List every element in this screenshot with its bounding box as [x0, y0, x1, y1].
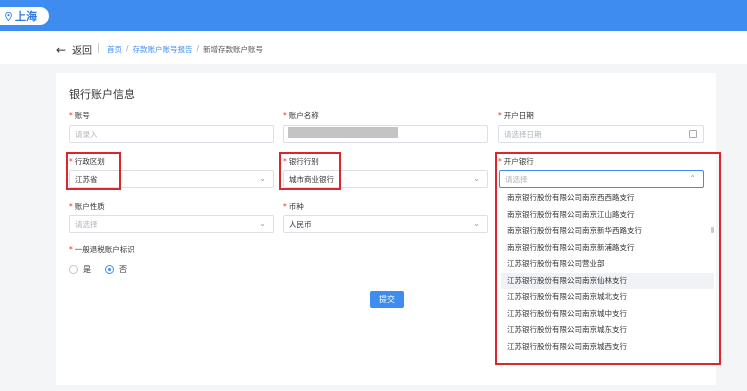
chevron-down-icon: ⌄ [259, 174, 266, 183]
chevron-down-icon: ⌄ [473, 174, 480, 183]
location-pin-icon [5, 11, 12, 21]
annotation-box-region [66, 152, 121, 190]
radio-yes[interactable] [69, 265, 78, 274]
radio-no[interactable] [105, 265, 114, 274]
currency-label: * 币种 [283, 202, 304, 211]
breadcrumb-separator: / [126, 44, 129, 53]
account-no-input[interactable]: 请录入 [69, 125, 274, 143]
chevron-down-icon: ⌄ [473, 219, 480, 228]
open-date-picker[interactable]: 请选择日期 [498, 125, 704, 143]
radio-no-label: 否 [119, 265, 127, 274]
back-label: 返回 [72, 46, 93, 57]
account-nature-select[interactable]: 请选择 ⌄ [69, 215, 274, 233]
nav-divider [98, 43, 99, 53]
redacted-value [288, 127, 398, 138]
general-deposit-radio-group: 是 否 [69, 264, 127, 275]
city-label: 上海 [15, 10, 37, 23]
account-no-label: * 账号 [69, 111, 90, 120]
back-button[interactable]: ← 返回 [56, 42, 93, 58]
section-title: 银行账户信息 [69, 88, 135, 101]
breadcrumb-home[interactable]: 首页 [107, 44, 122, 55]
top-bar [0, 0, 747, 31]
general-deposit-label: * 一般退税账户标识 [69, 245, 135, 254]
annotation-box-bank-type [279, 152, 341, 190]
breadcrumb-current: 新增存款账户账号 [203, 45, 264, 54]
chevron-down-icon: ⌄ [259, 219, 266, 228]
breadcrumb-report[interactable]: 存款账户账号报告 [133, 44, 193, 55]
submit-button[interactable]: 提交 [370, 291, 404, 308]
account-nature-label: * 账户性质 [69, 202, 105, 211]
open-date-label: * 开户日期 [498, 111, 534, 120]
breadcrumb: 首页 / 存款账户账号报告 / 新增存款账户账号 [107, 44, 263, 55]
radio-yes-label: 是 [83, 265, 91, 274]
currency-select[interactable]: 人民币 ⌄ [283, 215, 488, 233]
city-selector[interactable]: 上海 [0, 7, 49, 25]
calendar-icon [689, 130, 697, 138]
breadcrumb-separator: / [196, 44, 200, 53]
annotation-box-open-bank [495, 152, 721, 365]
account-name-label: * 账户名称 [283, 111, 319, 120]
arrow-left-icon: ← [56, 42, 67, 57]
